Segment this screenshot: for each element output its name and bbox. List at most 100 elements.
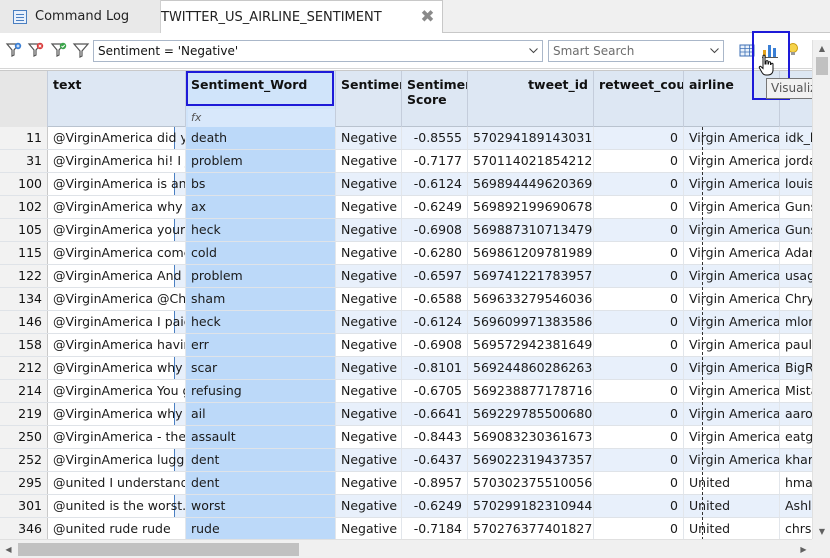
cell-text[interactable]: @VirginAmerica hi! I just bbox=[48, 150, 186, 172]
row-number[interactable]: 102 bbox=[0, 196, 48, 218]
tab-command-log[interactable]: Command Log bbox=[0, 0, 161, 33]
cell-sentiment-score[interactable]: -0.6280 bbox=[402, 242, 468, 264]
cell-retweet-count[interactable]: 0 bbox=[594, 219, 684, 241]
cell-sentiment-score[interactable]: -0.6437 bbox=[402, 449, 468, 471]
cell-name[interactable]: Guns bbox=[780, 196, 812, 218]
cell-retweet-count[interactable]: 0 bbox=[594, 426, 684, 448]
cell-retweet-count[interactable]: 0 bbox=[594, 334, 684, 356]
cell-sentiment[interactable]: Negative bbox=[336, 449, 402, 471]
cell-retweet-count[interactable]: 0 bbox=[594, 357, 684, 379]
cell-retweet-count[interactable]: 0 bbox=[594, 265, 684, 287]
row-number[interactable]: 105 bbox=[0, 219, 48, 241]
row-number-header[interactable] bbox=[0, 71, 48, 127]
column-header-sentiment-score[interactable]: Sentiment Score bbox=[402, 71, 468, 127]
cell-tweet-id[interactable]: 569609971383586000 bbox=[468, 311, 594, 333]
row-number[interactable]: 115 bbox=[0, 242, 48, 264]
cell-retweet-count[interactable]: 0 bbox=[594, 472, 684, 494]
cell-sentiment-score[interactable]: -0.7177 bbox=[402, 150, 468, 172]
cell-sentiment[interactable]: Negative bbox=[336, 472, 402, 494]
vertical-scrollbar[interactable]: ▲ ▼ bbox=[812, 40, 830, 539]
cell-sentiment-word[interactable]: dent bbox=[186, 472, 336, 494]
cell-sentiment-score[interactable]: -0.7184 bbox=[402, 518, 468, 539]
cell-sentiment[interactable]: Negative bbox=[336, 196, 402, 218]
cell-tweet-id[interactable]: 570114021854212000 bbox=[468, 150, 594, 172]
cell-sentiment-word[interactable]: sham bbox=[186, 288, 336, 310]
cell-sentiment-word[interactable]: heck bbox=[186, 219, 336, 241]
cell-sentiment-word[interactable]: heck bbox=[186, 311, 336, 333]
cell-sentiment-word[interactable]: problem bbox=[186, 265, 336, 287]
cell-retweet-count[interactable]: 0 bbox=[594, 380, 684, 402]
cell-name[interactable]: Mista bbox=[780, 380, 812, 402]
tab-twitter-us-airline-sentiment[interactable]: TWITTER_US_AIRLINE_SENTIMENT ✖ bbox=[161, 0, 830, 540]
cell-sentiment-word[interactable]: cold bbox=[186, 242, 336, 264]
cell-sentiment-score[interactable]: -0.8555 bbox=[402, 127, 468, 149]
cell-retweet-count[interactable]: 0 bbox=[594, 173, 684, 195]
row-number[interactable]: 295 bbox=[0, 472, 48, 494]
cell-sentiment-score[interactable]: -0.6705 bbox=[402, 380, 468, 402]
table-row[interactable]: 122@VirginAmerica And novproblemNegative… bbox=[0, 265, 812, 288]
cell-name[interactable]: BigRi bbox=[780, 357, 812, 379]
table-row[interactable]: 11@VirginAmerica did youdeathNegative-0.… bbox=[0, 127, 812, 150]
cell-airline[interactable]: Virgin America bbox=[684, 426, 780, 448]
cell-retweet-count[interactable]: 0 bbox=[594, 495, 684, 517]
cell-name[interactable]: louisj bbox=[780, 173, 812, 195]
cell-airline[interactable]: United bbox=[684, 518, 780, 539]
cell-sentiment-score[interactable]: -0.6124 bbox=[402, 173, 468, 195]
cell-text[interactable]: @VirginAmerica is anyon bbox=[48, 173, 186, 195]
cell-sentiment-word[interactable]: err bbox=[186, 334, 336, 356]
cell-sentiment-score[interactable]: -0.6588 bbox=[402, 288, 468, 310]
cell-airline[interactable]: Virgin America bbox=[684, 150, 780, 172]
cell-sentiment[interactable]: Negative bbox=[336, 403, 402, 425]
cell-tweet-id[interactable]: 569238877178716000 bbox=[468, 380, 594, 402]
cell-airline[interactable]: Virgin America bbox=[684, 311, 780, 333]
cell-sentiment-word[interactable]: dent bbox=[186, 449, 336, 471]
cell-retweet-count[interactable]: 0 bbox=[594, 242, 684, 264]
horizontal-scroll-thumb[interactable] bbox=[18, 543, 299, 556]
cell-sentiment[interactable]: Negative bbox=[336, 495, 402, 517]
scroll-up-icon[interactable]: ▲ bbox=[813, 40, 830, 56]
cell-tweet-id[interactable]: 569022319437357000 bbox=[468, 449, 594, 471]
cell-retweet-count[interactable]: 0 bbox=[594, 311, 684, 333]
cell-sentiment-score[interactable]: -0.6124 bbox=[402, 311, 468, 333]
cell-airline[interactable]: Virgin America bbox=[684, 196, 780, 218]
cell-name[interactable]: idk_b bbox=[780, 127, 812, 149]
row-number[interactable]: 100 bbox=[0, 173, 48, 195]
cell-airline[interactable]: Virgin America bbox=[684, 334, 780, 356]
row-number[interactable]: 122 bbox=[0, 265, 48, 287]
cell-text[interactable]: @united I understand, bu bbox=[48, 472, 186, 494]
cell-text[interactable]: @VirginAmerica - the pa bbox=[48, 426, 186, 448]
table-row[interactable]: 146@VirginAmerica I paid thheckNegative-… bbox=[0, 311, 812, 334]
cell-text[interactable]: @VirginAmerica I paid th bbox=[48, 311, 186, 333]
row-number[interactable]: 346 bbox=[0, 518, 48, 539]
cell-sentiment[interactable]: Negative bbox=[336, 334, 402, 356]
cell-sentiment-word[interactable]: death bbox=[186, 127, 336, 149]
column-header-retweet-count[interactable]: retweet_count bbox=[594, 71, 684, 127]
cell-sentiment-score[interactable]: -0.6641 bbox=[402, 403, 468, 425]
cell-sentiment-word[interactable]: scar bbox=[186, 357, 336, 379]
chevron-down-icon[interactable] bbox=[705, 41, 723, 61]
table-row[interactable]: 295@united I understand, budentNegative-… bbox=[0, 472, 812, 495]
cell-tweet-id[interactable]: 569244860286263000 bbox=[468, 357, 594, 379]
cell-airline[interactable]: Virgin America bbox=[684, 127, 780, 149]
cell-sentiment[interactable]: Negative bbox=[336, 242, 402, 264]
cell-airline[interactable]: Virgin America bbox=[684, 288, 780, 310]
vertical-scroll-thumb[interactable] bbox=[816, 57, 828, 75]
remove-filter-button[interactable] bbox=[25, 39, 47, 61]
cell-sentiment[interactable]: Negative bbox=[336, 380, 402, 402]
cell-airline[interactable]: Virgin America bbox=[684, 380, 780, 402]
cell-sentiment-score[interactable]: -0.8101 bbox=[402, 357, 468, 379]
row-number[interactable]: 219 bbox=[0, 403, 48, 425]
cell-retweet-count[interactable]: 0 bbox=[594, 518, 684, 539]
table-row[interactable]: 301@united is the worst. NorworstNegativ… bbox=[0, 495, 812, 518]
cell-sentiment-word[interactable]: ax bbox=[186, 196, 336, 218]
table-row[interactable]: 219@VirginAmerica why CarailNegative-0.6… bbox=[0, 403, 812, 426]
cell-text[interactable]: @united is the worst. Nor bbox=[48, 495, 186, 517]
cell-tweet-id[interactable]: 570299182310944000 bbox=[468, 495, 594, 517]
cell-airline[interactable]: United bbox=[684, 495, 780, 517]
cell-sentiment[interactable]: Negative bbox=[336, 265, 402, 287]
table-row[interactable]: 214@VirginAmerica You guyrefusingNegativ… bbox=[0, 380, 812, 403]
cell-tweet-id[interactable]: 570294189143031000 bbox=[468, 127, 594, 149]
cell-sentiment-word[interactable]: assault bbox=[186, 426, 336, 448]
cell-name[interactable]: Ashle bbox=[780, 495, 812, 517]
cell-text[interactable]: @VirginAmerica And nov bbox=[48, 265, 186, 287]
